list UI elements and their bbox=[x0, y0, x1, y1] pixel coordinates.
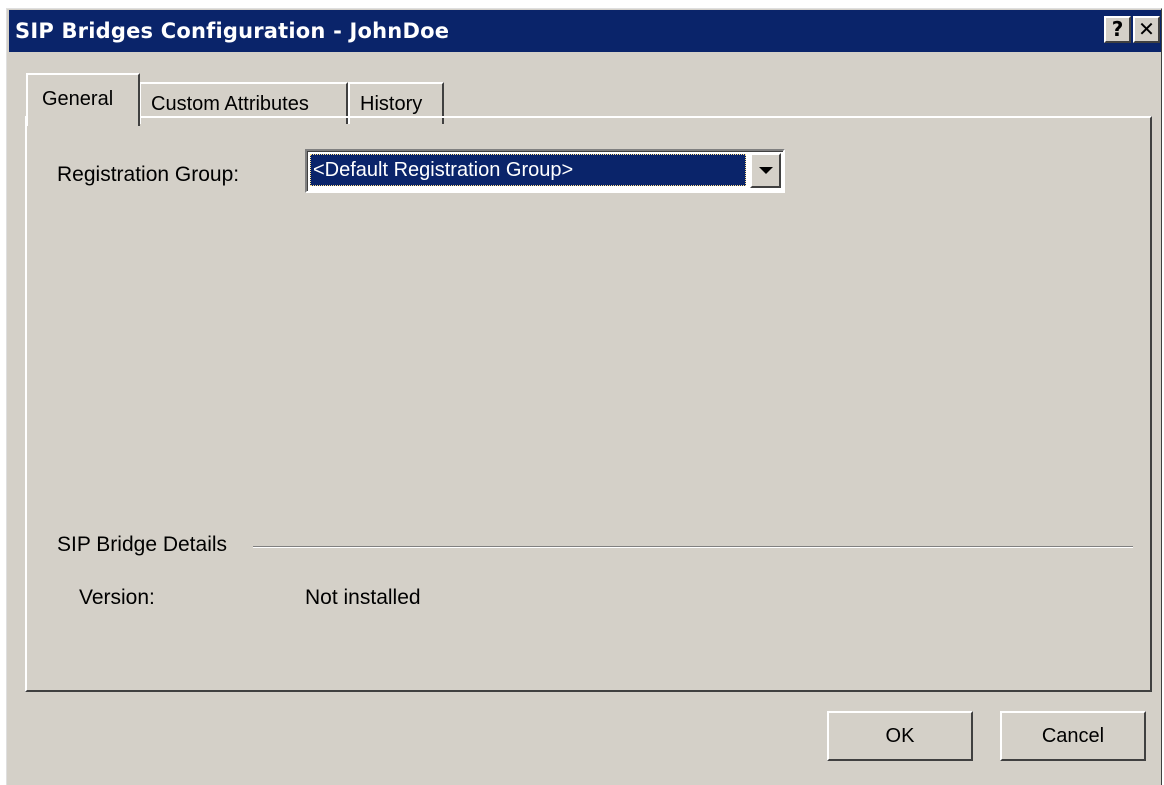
title-bar[interactable]: SIP Bridges Configuration - JohnDoe ? ✕ bbox=[9, 10, 1161, 52]
tab-history-label: History bbox=[360, 93, 423, 115]
registration-group-dropdown-button[interactable] bbox=[750, 153, 781, 188]
window-title: SIP Bridges Configuration - JohnDoe bbox=[15, 19, 450, 43]
details-divider bbox=[253, 546, 1133, 548]
sip-bridge-details-heading: SIP Bridge Details bbox=[57, 533, 238, 557]
help-button[interactable]: ? bbox=[1104, 16, 1131, 43]
version-value: Not installed bbox=[305, 586, 421, 609]
chevron-down-icon bbox=[759, 167, 773, 174]
tab-custom-attributes-label: Custom Attributes bbox=[151, 93, 309, 115]
registration-group-selected-value[interactable]: <Default Registration Group> bbox=[310, 154, 746, 186]
cancel-button[interactable]: Cancel bbox=[1000, 711, 1146, 761]
tab-general[interactable]: General bbox=[26, 73, 140, 126]
registration-group-label: Registration Group: bbox=[57, 163, 240, 186]
close-button[interactable]: ✕ bbox=[1133, 16, 1160, 43]
general-tab-panel: Registration Group: <Default Registratio… bbox=[25, 116, 1152, 692]
dialog-window: SIP Bridges Configuration - JohnDoe ? ✕ … bbox=[6, 8, 1162, 785]
registration-group-select[interactable]: <Default Registration Group> bbox=[305, 149, 785, 193]
version-label: Version: bbox=[79, 586, 155, 609]
ok-button[interactable]: OK bbox=[827, 711, 973, 761]
help-icon: ? bbox=[1111, 17, 1124, 41]
tab-general-label: General bbox=[42, 88, 114, 110]
close-icon: ✕ bbox=[1138, 17, 1155, 41]
